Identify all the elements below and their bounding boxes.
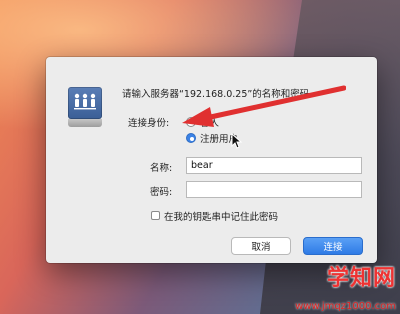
- watermark: 学知网 www.jmqz1000.com: [270, 260, 396, 312]
- cancel-button[interactable]: 取消: [231, 237, 291, 255]
- watermark-url: www.jmqz1000.com: [295, 301, 396, 312]
- connect-as-label: 连接身份:: [128, 118, 170, 129]
- connect-button[interactable]: 连接: [303, 237, 363, 255]
- password-label: 密码:: [150, 187, 173, 198]
- keychain-label[interactable]: 在我的钥匙串中记住此密码: [164, 209, 278, 223]
- mouse-cursor-icon: [231, 133, 243, 149]
- annotation-arrow-icon: [182, 85, 346, 127]
- name-label: 名称:: [150, 163, 173, 174]
- server-icon: [68, 87, 102, 127]
- name-field[interactable]: bear: [186, 157, 362, 174]
- keychain-checkbox[interactable]: [151, 211, 160, 220]
- radio-registered-user[interactable]: [186, 133, 196, 143]
- watermark-logo: 学知网: [326, 266, 396, 291]
- password-field[interactable]: [186, 181, 362, 198]
